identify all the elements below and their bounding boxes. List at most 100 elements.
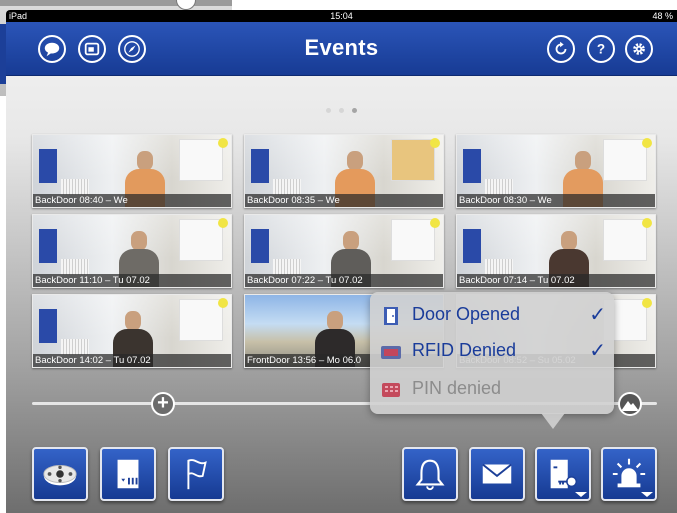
status-bar: iPad 15:04 48 % <box>6 10 677 22</box>
dropdown-indicator-icon <box>575 492 587 497</box>
thumbnail-person <box>347 151 363 171</box>
event-caption: BackDoor 07:22 – Tu 07.02 <box>245 274 443 287</box>
gear-icon <box>633 43 645 55</box>
status-battery: 48 % <box>652 11 673 21</box>
thumbnail-image <box>273 179 301 195</box>
thumbnail-image <box>463 229 481 263</box>
hemispheric-camera-icon <box>43 464 77 486</box>
siren-icon <box>612 458 646 488</box>
thumbnail-person <box>137 151 153 171</box>
thumbnail-image <box>251 229 269 263</box>
thumbnail-image <box>179 299 223 341</box>
thumbnail-person <box>575 151 591 171</box>
event-indicator-dot <box>642 218 652 228</box>
thumbnail-image <box>39 149 57 183</box>
event-indicator-dot <box>642 138 652 148</box>
checkmark-icon: ✓ <box>589 304 606 326</box>
keypad-icon <box>382 383 400 397</box>
thumbnail-image <box>463 149 481 183</box>
event-indicator-dot <box>218 218 228 228</box>
thumbnail-image <box>603 219 647 261</box>
filter-label: PIN denied <box>412 378 502 398</box>
bell-icon <box>415 459 445 491</box>
settings-button[interactable] <box>625 35 653 63</box>
thumbnail-image <box>391 139 435 181</box>
event-thumbnail[interactable]: BackDoor 07:22 – Tu 07.02 <box>244 214 444 288</box>
access-events-button[interactable] <box>535 447 591 501</box>
page-dot[interactable] <box>326 108 331 113</box>
filter-pin-denied[interactable]: PIN denied <box>380 376 606 406</box>
event-caption: BackDoor 08:30 – We <box>457 194 655 207</box>
storage-button[interactable] <box>100 447 156 501</box>
mountain-shape <box>621 401 639 411</box>
refresh-button[interactable] <box>547 35 575 63</box>
event-thumbnail[interactable]: BackDoor 08:40 – We <box>32 134 232 208</box>
event-thumbnail[interactable]: BackDoor 08:30 – We <box>456 134 656 208</box>
status-time: 15:04 <box>330 11 353 21</box>
thumbnail-image <box>391 219 435 261</box>
popover-arrow <box>541 413 565 429</box>
thumbnail-image <box>273 259 301 275</box>
navigation-bar: Events ? <box>6 22 677 76</box>
event-thumbnail[interactable]: BackDoor 08:35 – We <box>244 134 444 208</box>
zoom-in-button[interactable]: + <box>151 392 175 416</box>
envelope-icon <box>482 463 512 484</box>
thumbnail-image <box>61 339 89 355</box>
refresh-icon <box>555 41 567 55</box>
thumbnail-image <box>179 139 223 181</box>
thumbnail-image <box>485 259 513 275</box>
mail-button[interactable] <box>469 447 525 501</box>
thumbnail-image <box>603 139 647 181</box>
event-indicator-dot <box>642 298 652 308</box>
page-dot[interactable] <box>339 108 344 113</box>
thumbnail-image <box>61 259 89 275</box>
flag-button[interactable] <box>168 447 224 501</box>
door-icon <box>384 307 398 325</box>
help-button[interactable]: ? <box>587 35 615 63</box>
svg-text:?: ? <box>597 42 605 57</box>
filter-door-opened[interactable]: Door Opened ✓ <box>380 302 606 332</box>
flag-icon <box>187 459 207 490</box>
page-dot-active[interactable] <box>352 108 357 113</box>
event-caption: BackDoor 11:10 – Tu 07.02 <box>33 274 231 287</box>
event-caption: BackDoor 07:14 – Tu 07.02 <box>457 274 655 287</box>
page-indicator[interactable] <box>6 100 677 118</box>
question-mark-icon: ? <box>597 42 605 57</box>
thumbnail-person <box>125 311 141 331</box>
background-mountain-icon <box>176 0 196 10</box>
thumbnail-image <box>39 309 57 343</box>
event-caption: BackDoor 08:40 – We <box>33 194 231 207</box>
thumbnail-person <box>327 311 343 331</box>
event-thumbnail[interactable]: BackDoor 07:14 – Tu 07.02 <box>456 214 656 288</box>
thumbnail-image <box>39 229 57 263</box>
filter-label: RFID Denied <box>412 340 517 360</box>
thumbnail-person <box>131 231 147 251</box>
screen: iPad 15:04 48 % Events ? BackDoor 08:40 … <box>0 0 677 513</box>
event-thumbnail[interactable]: BackDoor 14:02 – Tu 07.02 <box>32 294 232 368</box>
event-caption: BackDoor 14:02 – Tu 07.02 <box>33 354 231 367</box>
thumbnail-image <box>61 179 89 195</box>
event-indicator-dot <box>218 298 228 308</box>
dropdown-indicator-icon <box>641 492 653 497</box>
mountain-icon[interactable] <box>618 392 642 416</box>
camera-view-button[interactable] <box>32 447 88 501</box>
event-filter-popover: Door Opened ✓ RFID Denied ✓ PIN denied <box>370 292 614 414</box>
event-indicator-dot <box>430 138 440 148</box>
thumbnail-image <box>179 219 223 261</box>
alarm-button[interactable] <box>601 447 657 501</box>
rfid-card-icon <box>381 346 401 359</box>
ipad-app: iPad 15:04 48 % Events ? BackDoor 08:40 … <box>6 10 677 513</box>
filter-rfid-denied[interactable]: RFID Denied ✓ <box>380 338 606 368</box>
event-thumbnail[interactable]: BackDoor 11:10 – Tu 07.02 <box>32 214 232 288</box>
thumbnail-image <box>251 149 269 183</box>
thumbnail-image <box>485 179 513 195</box>
filter-label: Door Opened <box>412 304 521 324</box>
bell-button[interactable] <box>402 447 458 501</box>
door-key-icon <box>550 459 578 489</box>
event-indicator-dot <box>218 138 228 148</box>
background-window-bar <box>0 0 232 6</box>
thumbnail-person <box>561 231 577 251</box>
event-caption: BackDoor 08:35 – We <box>245 194 443 207</box>
checkmark-icon: ✓ <box>589 340 606 362</box>
page-title: Events <box>304 35 379 60</box>
